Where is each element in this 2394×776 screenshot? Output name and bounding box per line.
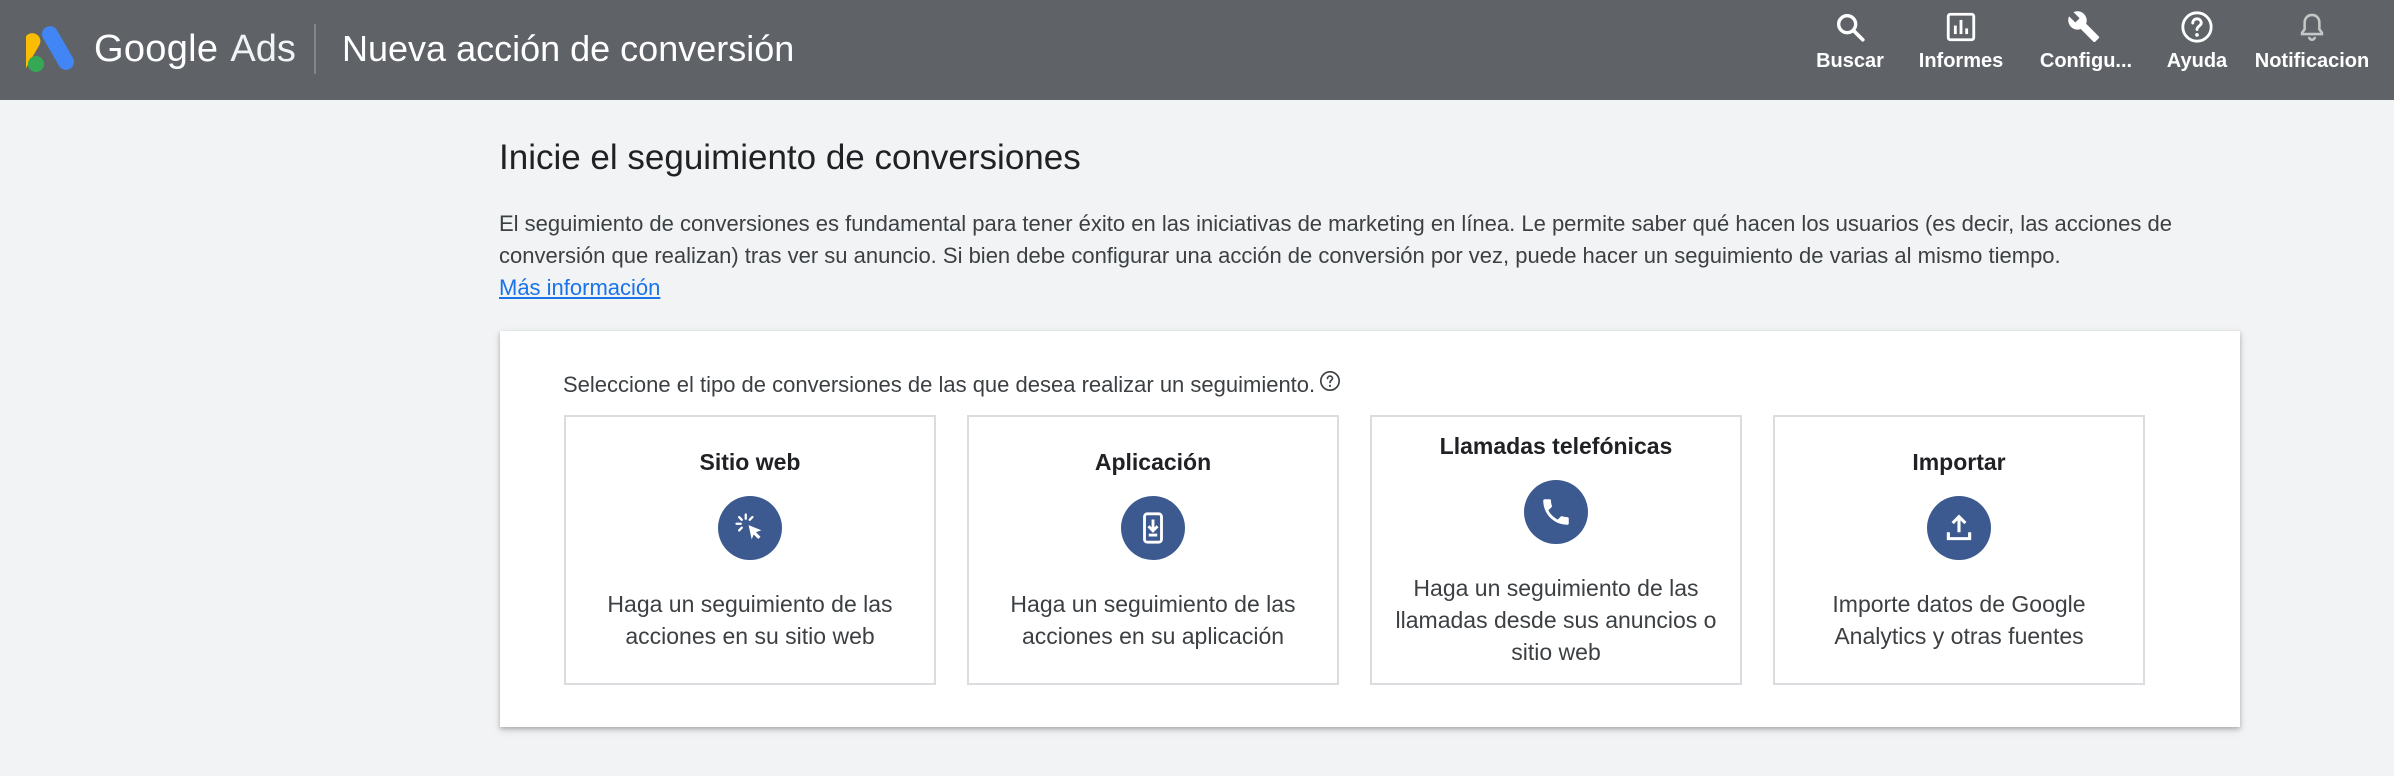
nav-settings-label: Configu... [2039, 50, 2133, 72]
bell-icon [2300, 13, 2324, 41]
option-website[interactable]: Sitio web Haga un seguimiento de las acc… [564, 415, 936, 685]
nav-reports-button[interactable]: Informes [1912, 0, 2010, 100]
brand-ads: Ads [230, 27, 296, 70]
option-website-icon-circle [718, 495, 782, 560]
nav-search-button[interactable]: Buscar [1812, 0, 1888, 100]
option-import-icon-circle [1927, 495, 1991, 560]
top-bar: Google Ads Nueva acción de conversión Bu… [0, 0, 2394, 100]
learn-more-link[interactable]: Más información [499, 272, 2239, 304]
intro-description: El seguimiento de conversiones es fundam… [499, 208, 2239, 304]
header-divider [314, 24, 316, 74]
conversion-type-card: Seleccione el tipo de conversiones de la… [500, 331, 2240, 727]
nav-settings-button[interactable]: Configu... [2036, 0, 2136, 100]
question-mark-icon[interactable] [1319, 370, 1341, 392]
option-website-description: Haga un seguimiento de las acciones en s… [607, 590, 893, 649]
option-app-description: Haga un seguimiento de las acciones en s… [1010, 590, 1296, 649]
option-website-title: Sitio web [699, 448, 801, 475]
option-app-icon-circle [1121, 495, 1185, 560]
option-import-title: Importar [1912, 448, 2006, 475]
card-prompt-text: Seleccione el tipo de conversiones de la… [563, 372, 1316, 397]
option-app[interactable]: Aplicación Haga un seguimiento de las ac… [967, 415, 1339, 685]
intro-paragraph: El seguimiento de conversiones es fundam… [499, 211, 2172, 268]
wrench-icon [2068, 11, 2100, 43]
nav-reports-label: Informes [1918, 50, 2004, 72]
option-phone-calls-title: Llamadas telefónicas [1439, 432, 1673, 459]
nav-notifications-label: Notificacion [2254, 50, 2370, 72]
option-phone-calls[interactable]: Llamadas telefónicas Haga un seguimiento… [1370, 415, 1742, 685]
nav-notifications-button[interactable]: Notificacion [2254, 0, 2370, 100]
option-phone-calls-description: Haga un seguimiento de las llamadas desd… [1395, 574, 1717, 665]
brand-google: Google [94, 27, 219, 70]
upload-icon [1946, 513, 1972, 540]
option-import[interactable]: Importar Importe datos de Google Analyti… [1773, 415, 2145, 685]
reports-icon [1946, 12, 1976, 42]
card-prompt: Seleccione el tipo de conversiones de la… [563, 369, 1341, 401]
cursor-click-icon [735, 512, 762, 539]
google-ads-logo-icon[interactable] [26, 24, 78, 74]
nav-search-label: Buscar [1816, 50, 1884, 72]
phone-call-icon [1543, 498, 1569, 525]
page-title: Nueva acción de conversión [342, 28, 795, 69]
phone-download-icon [1143, 511, 1163, 544]
nav-help-button[interactable]: Ayuda [2162, 0, 2232, 100]
option-import-description: Importe datos de Google Analytics y otra… [1832, 590, 2086, 649]
brand-name: Google Ads [94, 24, 296, 74]
option-phone-calls-icon-circle [1524, 479, 1588, 544]
nav-help-label: Ayuda [2166, 50, 2228, 72]
search-icon [1836, 13, 1865, 42]
help-circle-icon [2181, 11, 2213, 43]
section-title: Inicie el seguimiento de conversiones [499, 138, 1081, 177]
option-app-title: Aplicación [1094, 448, 1212, 475]
